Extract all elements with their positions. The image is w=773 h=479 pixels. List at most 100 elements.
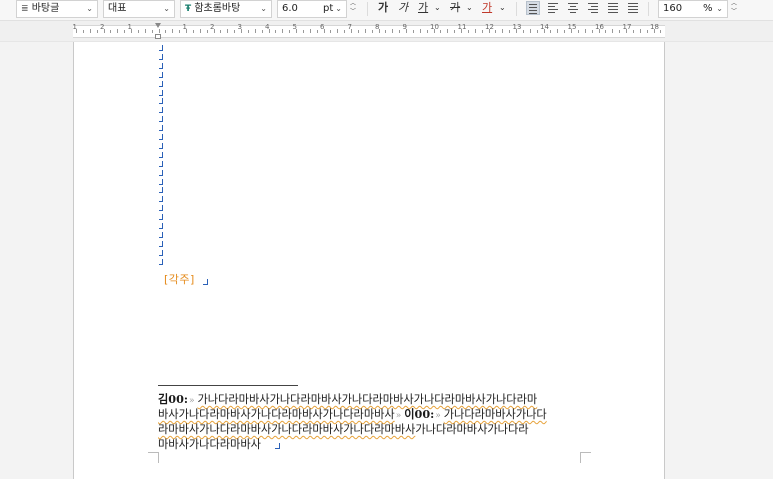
ruler-tick	[509, 30, 511, 33]
paragraph-mark-icon	[158, 223, 166, 231]
font-color-button[interactable]: 가	[482, 0, 492, 18]
ruler-tick	[186, 29, 187, 33]
toolbar-divider	[367, 2, 368, 16]
chevron-down-icon: ⌄	[335, 4, 342, 13]
ruler-tick	[619, 30, 621, 33]
chevron-up-icon[interactable]: ︿	[348, 0, 358, 8]
ruler-tick	[646, 30, 648, 33]
ruler-tick	[337, 29, 339, 33]
chevron-down-icon[interactable]: ⌄	[466, 0, 473, 18]
split-align-button[interactable]	[626, 1, 640, 15]
ruler-tick	[96, 30, 98, 33]
language-value: 대표	[108, 3, 127, 14]
ruler-tick	[406, 29, 407, 33]
chevron-down-icon[interactable]: ﹀	[729, 8, 739, 16]
ruler-tick	[289, 30, 291, 33]
font-select[interactable]: Ŧ 함초롬바탕 ⌄	[180, 0, 272, 18]
chevron-down-icon: ⌄	[86, 4, 93, 13]
underline-button[interactable]: 가	[418, 0, 428, 18]
bold-button[interactable]: 가	[378, 0, 388, 18]
paragraph-mark-icon	[158, 169, 166, 178]
ruler-tick	[275, 30, 277, 33]
indent-marker[interactable]	[155, 23, 161, 39]
ruler-tick	[433, 29, 435, 33]
center-align-button[interactable]	[566, 1, 580, 15]
body-text: 가나다라마바사가나다라	[415, 423, 529, 436]
footnote-separator	[158, 385, 298, 386]
tab-mark-icon: »	[435, 411, 441, 421]
paragraph-mark-icon	[158, 71, 166, 80]
chevron-down-icon: ⌄	[260, 4, 267, 13]
paragraph-mark-icon	[158, 160, 166, 169]
page-margin-corner	[580, 452, 591, 463]
chevron-down-icon: ⌄	[716, 4, 723, 13]
ruler-tick	[220, 30, 222, 33]
ruler-tick	[419, 29, 421, 33]
ruler-tick	[653, 29, 655, 33]
right-align-button[interactable]	[586, 1, 600, 15]
toolbar-divider	[516, 2, 517, 16]
chevron-down-icon[interactable]: ﹀	[348, 8, 358, 16]
left-align-button[interactable]	[546, 1, 560, 15]
ruler-tick	[502, 29, 504, 33]
paragraph-mark-icon	[158, 258, 166, 267]
tab-mark-icon: »	[189, 396, 195, 406]
horizontal-ruler[interactable]: 1 2 1 1 2 3 4 5 6 7 8 9 10 11 12 13 14 15 16 17 18	[0, 21, 773, 42]
speaker-segment: 김00:	[158, 392, 188, 406]
chevron-up-icon[interactable]: ︿	[729, 0, 739, 8]
speaker-segment: 이00:	[404, 407, 434, 421]
ruler-tick	[626, 29, 627, 33]
ruler-tick	[179, 30, 181, 33]
ruler-tick	[309, 29, 311, 33]
paragraph-mark-icon	[158, 249, 166, 258]
ruler-tick	[344, 30, 346, 33]
ruler-tick	[557, 29, 559, 33]
ruler-tick	[137, 30, 139, 33]
ruler-tick	[378, 29, 380, 33]
language-select[interactable]: 대표 ⌄	[103, 0, 175, 18]
ruler-tick	[234, 30, 236, 33]
ruler-tick	[192, 30, 194, 33]
line-spacing-stepper[interactable]: ︿ ﹀	[729, 0, 739, 18]
italic-button[interactable]: 가	[398, 0, 408, 18]
paragraph-mark-icon	[158, 62, 166, 71]
chevron-down-icon[interactable]: ⌄	[499, 0, 506, 18]
ruler-tick	[199, 29, 201, 33]
paragraph-mark-icon	[158, 107, 166, 115]
line-spacing-value: 160	[663, 3, 683, 14]
ruler-tick	[488, 29, 490, 33]
strikethrough-button[interactable]: 가	[450, 0, 460, 18]
ruler-tick	[584, 29, 586, 33]
ruler-tick	[536, 30, 538, 33]
font-size-stepper[interactable]: ︿ ﹀	[348, 0, 358, 18]
ruler-tick	[516, 29, 517, 33]
ruler-tick	[571, 29, 572, 33]
ruler-tick	[302, 30, 304, 33]
ruler-tick	[323, 29, 325, 33]
ruler-tick	[89, 29, 91, 33]
ruler-tick	[110, 30, 112, 33]
style-value: 바탕글	[31, 3, 60, 14]
line-spacing-field[interactable]: 160 % ⌄	[658, 0, 728, 18]
ruler-tick	[550, 30, 552, 33]
page-margin-corner	[148, 452, 159, 463]
font-size-field[interactable]: 6.0 pt ⌄	[277, 0, 347, 18]
ruler-tick	[426, 30, 428, 33]
ruler-tick	[543, 29, 545, 33]
style-icon: ≣	[21, 4, 29, 14]
paragraph-mark-icon	[158, 214, 166, 222]
ruler-tick	[481, 30, 483, 33]
style-select[interactable]: ≣ 바탕글 ⌄	[16, 0, 98, 18]
justify-align-button[interactable]	[526, 1, 540, 15]
paragraph-mark-icon	[158, 125, 166, 133]
chevron-down-icon[interactable]: ⌄	[434, 0, 441, 18]
ruler-tick	[440, 30, 442, 33]
font-size-value: 6.0	[282, 3, 298, 14]
truetype-font-icon: Ŧ	[185, 4, 192, 14]
footnote-line: 마바사가나다라마바사	[158, 437, 261, 452]
ruler-tick	[495, 30, 497, 33]
ruler-tick	[213, 29, 215, 33]
distribute-align-button[interactable]	[606, 1, 620, 15]
ruler-tick	[351, 29, 352, 33]
footnote-label[interactable]: [각주]	[164, 271, 195, 287]
